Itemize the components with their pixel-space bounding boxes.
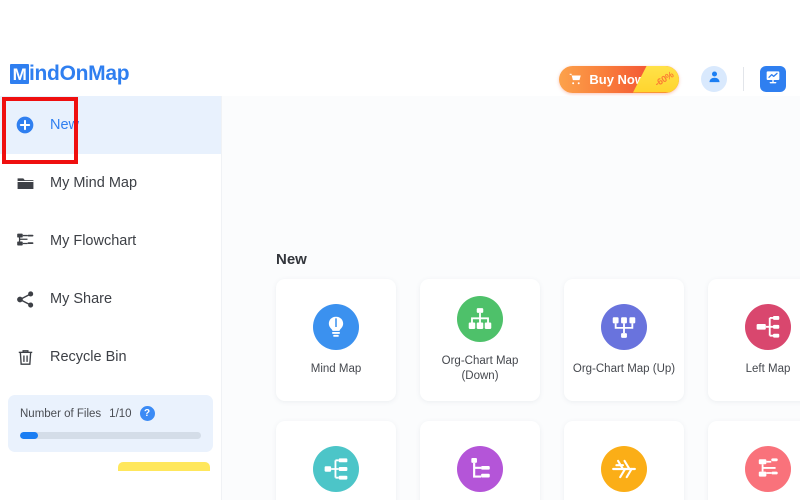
template-card-label: Org-Chart Map (Up): [572, 362, 676, 375]
user-avatar-button[interactable]: [701, 66, 727, 92]
sidebar-item-my-flowchart[interactable]: My Flowchart: [0, 212, 221, 270]
sidebar-item-new[interactable]: New: [0, 96, 221, 154]
sidebar-item-my-mind-map[interactable]: My Mind Map: [0, 154, 221, 212]
template-card-org-chart-up[interactable]: Org-Chart Map (Up): [564, 279, 684, 401]
user-avatar-icon: [707, 69, 722, 89]
flowchart-icon: [14, 230, 36, 252]
tree-map-icon: [457, 445, 503, 492]
sidebar-item-label: My Share: [50, 291, 113, 307]
org-chart-down-icon: [457, 296, 503, 343]
share-icon: [14, 288, 36, 310]
discount-ribbon: -60%: [633, 65, 679, 93]
presentation-button[interactable]: [760, 66, 786, 92]
template-card-label: Mind Map: [310, 362, 362, 375]
org-chart-up-icon: [601, 303, 647, 350]
sidebar-item-my-share[interactable]: My Share: [0, 270, 221, 328]
template-card-fishbone[interactable]: Fishbone: [564, 421, 684, 500]
lightbulb-icon: [313, 303, 359, 350]
folder-icon: [14, 172, 36, 194]
sidebar-item-label: My Mind Map: [50, 175, 138, 191]
template-card-left-map[interactable]: Left Map: [708, 279, 800, 401]
main-content: New Mind Map Org-Chart Map (Down) Org-Ch…: [222, 96, 800, 500]
file-quota-count: 1/10: [109, 407, 132, 420]
file-quota-progress-fill: [20, 432, 39, 439]
template-card-org-chart-down[interactable]: Org-Chart Map (Down): [420, 279, 540, 401]
fishbone-icon: [601, 445, 647, 492]
buy-now-label: Buy Now: [589, 71, 645, 87]
file-quota-panel: Number of Files 1/10 ?: [8, 395, 213, 452]
header-divider: [743, 67, 744, 91]
upgrade-button[interactable]: [118, 462, 210, 471]
template-card-flowchart[interactable]: Flowchart: [708, 421, 800, 500]
app-logo[interactable]: M indOnMap: [10, 62, 130, 86]
app-header: M indOnMap Buy Now -60%: [0, 0, 800, 96]
buy-now-button[interactable]: Buy Now -60%: [559, 65, 679, 93]
right-map-icon: [313, 445, 359, 492]
discount-badge-label: -60%: [652, 69, 676, 89]
page-title: New: [276, 251, 307, 268]
app-root: M indOnMap Buy Now -60% New My Mind Map …: [0, 0, 800, 500]
template-grid: Mind Map Org-Chart Map (Down) Org-Chart …: [276, 279, 800, 500]
plus-circle-icon: [14, 114, 36, 136]
presentation-monitor-icon: [765, 69, 781, 90]
template-card-right-map[interactable]: Right Map: [276, 421, 396, 500]
left-map-icon: [745, 303, 791, 350]
sidebar-item-label: Recycle Bin: [50, 349, 127, 365]
template-card-tree-map[interactable]: Tree Map: [420, 421, 540, 500]
sidebar-item-label: New: [50, 117, 80, 133]
logo-mark: M: [10, 64, 29, 84]
header-actions: Buy Now -60%: [559, 62, 792, 96]
question-mark-icon[interactable]: ?: [139, 406, 155, 421]
sidebar: New My Mind Map My Flowchart My Share Re…: [0, 96, 222, 500]
sidebar-item-recycle-bin[interactable]: Recycle Bin: [0, 328, 221, 386]
trash-icon: [14, 346, 36, 368]
logo-text: indOnMap: [29, 62, 130, 85]
template-card-mind-map[interactable]: Mind Map: [276, 279, 396, 401]
file-quota-progress: [20, 432, 201, 439]
template-card-label: Left Map: [745, 362, 791, 375]
flowchart-card-icon: [745, 445, 791, 492]
file-quota-row: Number of Files 1/10 ?: [20, 406, 201, 421]
template-card-label: Org-Chart Map (Down): [441, 355, 519, 382]
sidebar-item-label: My Flowchart: [50, 233, 137, 249]
file-quota-label: Number of Files: [20, 407, 102, 420]
shopping-cart-icon: [568, 72, 583, 86]
